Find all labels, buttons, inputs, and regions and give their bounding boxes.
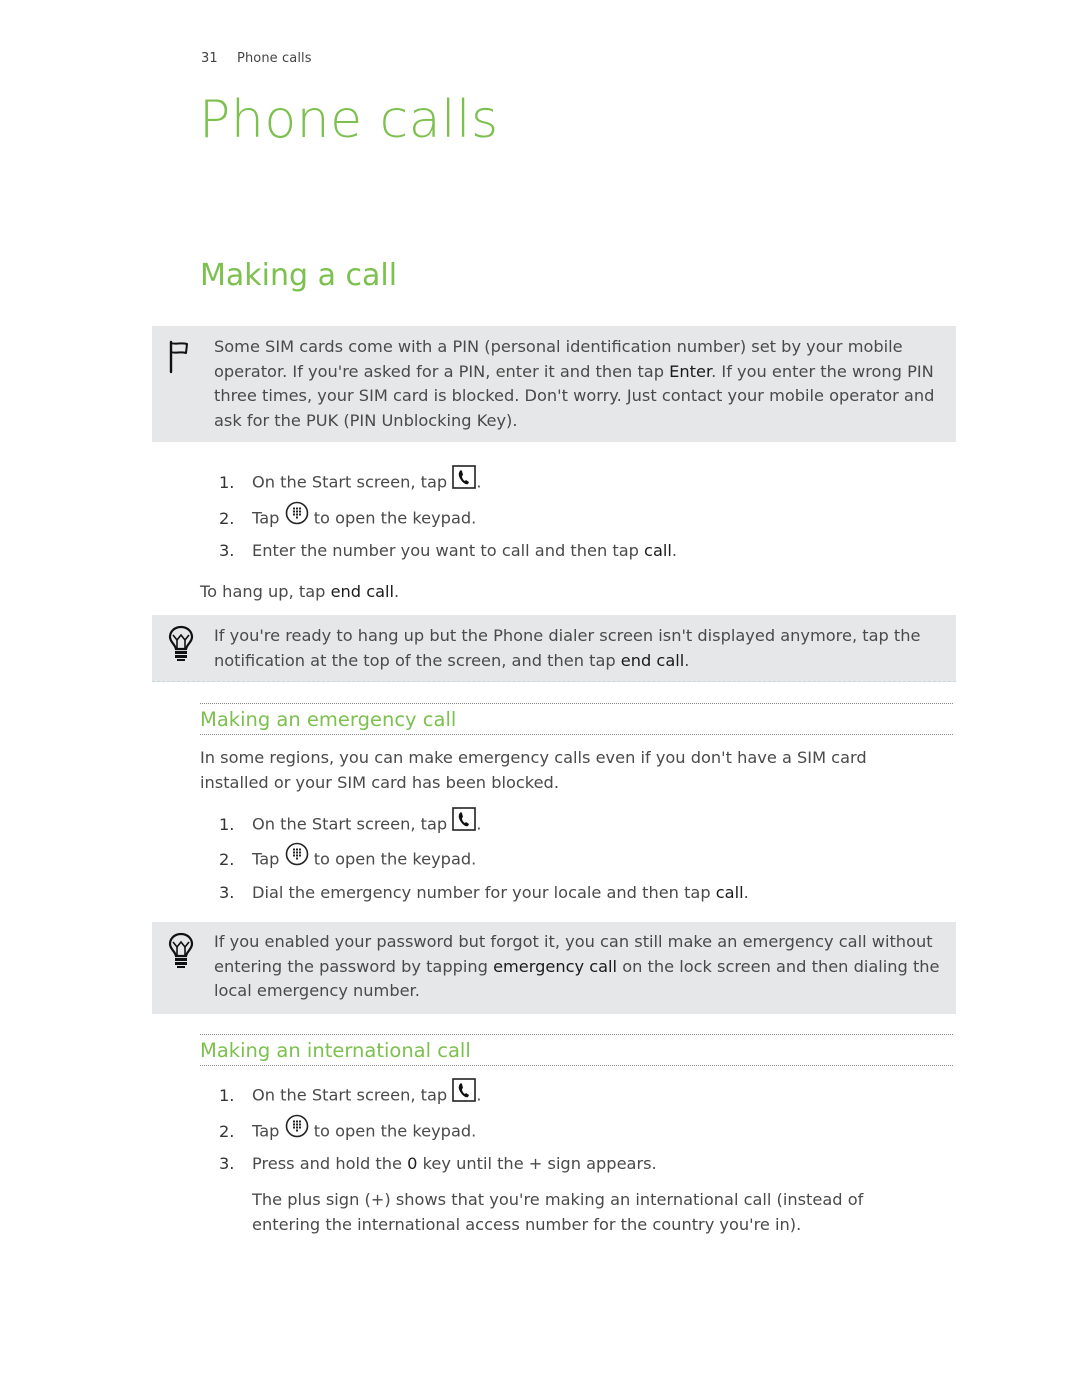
hang-up-text: To hang up, tap end call. (200, 582, 400, 601)
list-item: 3. Press and hold the 0 key until the + s… (219, 1154, 657, 1173)
keypad-icon (285, 1114, 309, 1146)
lightbulb-icon (168, 932, 194, 974)
list-item: 2. Tap to open the keypad. (219, 1114, 476, 1142)
phone-tile-icon (452, 807, 477, 839)
flag-icon (168, 340, 190, 378)
subsection-title-emergency: Making an emergency call (200, 703, 953, 735)
list-item: 2. Tap to open the keypad. (219, 842, 476, 870)
keypad-icon (285, 501, 309, 533)
list-item: 1. On the Start screen, tap . (219, 807, 482, 835)
running-header: 31 Phone calls (201, 51, 312, 66)
pin-note-text: Some SIM cards come with a PIN (personal… (214, 337, 935, 430)
emergency-intro: In some regions, you can make emergency … (200, 748, 867, 792)
keypad-icon (285, 842, 309, 874)
tip-hangup-text: If you're ready to hang up but the Phone… (214, 626, 921, 670)
subsection-title-international: Making an international call (200, 1034, 953, 1066)
running-chapter: Phone calls (237, 51, 312, 66)
section-title: Making a call (200, 258, 398, 293)
list-item: 3. Enter the number you want to call and … (219, 541, 678, 560)
phone-tile-icon (452, 465, 477, 497)
page-number: 31 (201, 51, 218, 66)
phone-tile-icon (452, 1078, 477, 1110)
list-item: 3. Dial the emergency number for your loc… (219, 883, 749, 902)
chapter-title: Phone calls (199, 90, 499, 150)
tip-emergency-text: If you enabled your password but forgot … (214, 932, 940, 1001)
list-item: 2. Tap to open the keypad. (219, 501, 476, 529)
lightbulb-icon (168, 625, 194, 667)
tip-hangup-box: If you're ready to hang up but the Phone… (152, 615, 956, 682)
pin-note-box: Some SIM cards come with a PIN (personal… (152, 326, 956, 442)
list-item: 1. On the Start screen, tap . (219, 465, 482, 493)
keyword-enter: Enter (669, 361, 712, 381)
international-note: The plus sign (+) shows that you're maki… (252, 1190, 864, 1234)
list-item: 1. On the Start screen, tap . (219, 1078, 482, 1106)
tip-emergency-box: If you enabled your password but forgot … (152, 922, 956, 1014)
